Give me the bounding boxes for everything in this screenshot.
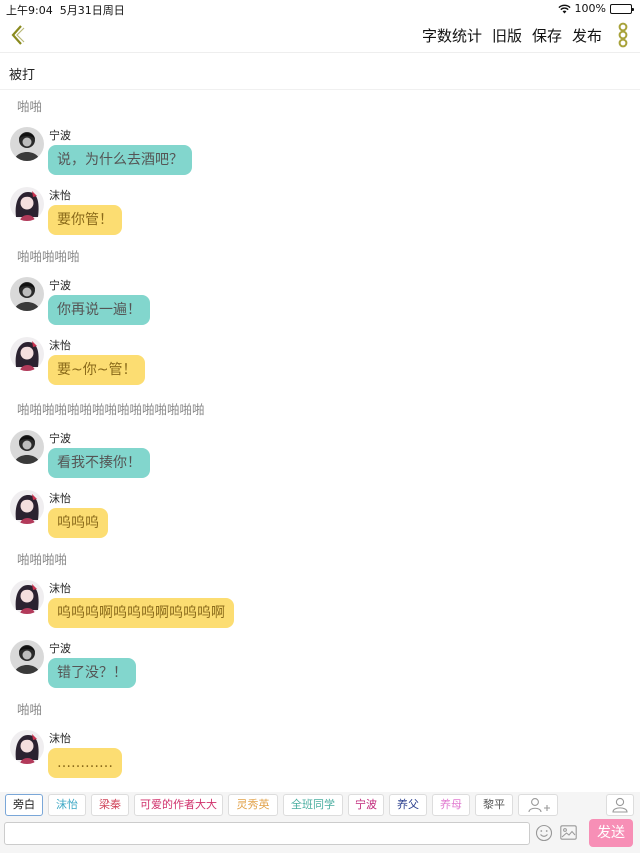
add-role-button[interactable] [518, 794, 558, 816]
avatar[interactable] [10, 430, 44, 464]
message-sender-name: 沫怡 [49, 189, 71, 202]
role-manager-button[interactable] [606, 794, 634, 816]
message-bubble[interactable]: 要你管！ [48, 205, 122, 235]
chevron-left-icon[interactable] [6, 22, 30, 48]
composer-bar: 发送 [0, 818, 640, 853]
role-chip-foster-mother[interactable]: 养母 [432, 794, 470, 816]
message-sender-name: 宁波 [49, 129, 71, 142]
message-bubble[interactable]: 看我不揍你！ [48, 448, 150, 478]
narration-line[interactable]: 啪啪 [17, 96, 42, 115]
role-chip-liangqin[interactable]: 梁秦 [91, 794, 129, 816]
message-bubble[interactable]: ………… [48, 748, 122, 778]
battery-percent: 100% [574, 2, 606, 15]
message-bubble[interactable]: 你再说一遍！ [48, 295, 150, 325]
role-chip-classmates[interactable]: 全班同学 [283, 794, 343, 816]
image-icon[interactable] [560, 825, 577, 840]
message-sender-name: 沫怡 [49, 582, 71, 595]
avatar[interactable] [10, 337, 44, 371]
avatar[interactable] [10, 580, 44, 614]
role-chip-lingxiuying[interactable]: 灵秀英 [228, 794, 278, 816]
avatar[interactable] [10, 277, 44, 311]
avatar[interactable] [10, 490, 44, 524]
message-input[interactable] [4, 822, 530, 845]
nav-actions: 字数统计 旧版 保存 发布 [422, 25, 602, 46]
role-chip-foster-father[interactable]: 养父 [389, 794, 427, 816]
message-sender-name: 沫怡 [49, 339, 71, 352]
save-button[interactable]: 保存 [532, 25, 562, 46]
narration-line[interactable]: 啪啪啪啪啪 [17, 246, 80, 265]
narration-line[interactable]: 啪啪啪啪啪啪啪啪啪啪啪啪啪啪啪 [17, 399, 205, 418]
wifi-icon [557, 4, 571, 13]
message-bubble[interactable]: 呜呜呜 [48, 508, 108, 538]
status-time-date: 上午9:04 5月31日周日 [6, 2, 125, 18]
person-icon [612, 797, 628, 813]
publish-button[interactable]: 发布 [572, 25, 602, 46]
status-date: 5月31日周日 [59, 4, 125, 17]
role-chip-ningbo[interactable]: 宁波 [348, 794, 384, 816]
message-sender-name: 沫怡 [49, 732, 71, 745]
message-sender-name: 宁波 [49, 432, 71, 445]
status-time: 上午9:04 [6, 4, 53, 17]
avatar[interactable] [10, 640, 44, 674]
word-count-button[interactable]: 字数统计 [422, 25, 482, 46]
narration-line[interactable]: 啪啪啪啪 [17, 549, 67, 568]
battery-icon [610, 3, 634, 14]
emoji-icon[interactable] [535, 824, 553, 842]
message-sender-name: 沫怡 [49, 492, 71, 505]
message-bubble[interactable]: 错了没？！ [48, 658, 136, 688]
narration-line[interactable]: 啪啪 [17, 699, 42, 718]
avatar[interactable] [10, 127, 44, 161]
status-bar: 上午9:04 5月31日周日 100% [0, 0, 640, 17]
status-indicators: 100% [557, 2, 634, 15]
chat-list[interactable]: 啪啪 宁波 说，为什么去酒吧？ 沫怡 要你管！ 啪啪啪啪啪 宁波 你再说一遍！ … [0, 90, 640, 783]
role-chip-author[interactable]: 可爱的作者大大 [134, 794, 223, 816]
role-selector-bar: 旁白 沫怡 梁秦 可爱的作者大大 灵秀英 全班同学 宁波 养父 养母 黎平 [0, 792, 640, 818]
more-vertical-icon[interactable] [616, 22, 630, 48]
send-button[interactable]: 发送 [589, 819, 633, 847]
add-person-icon [528, 798, 550, 813]
message-bubble[interactable]: 呜呜呜啊呜呜呜啊呜呜呜啊 [48, 598, 234, 628]
nav-bar: 字数统计 旧版 保存 发布 [0, 17, 640, 53]
avatar[interactable] [10, 730, 44, 764]
role-chip-narrator[interactable]: 旁白 [5, 794, 43, 816]
chapter-title[interactable]: 被打 [0, 54, 640, 90]
message-bubble[interactable]: 说，为什么去酒吧？ [48, 145, 192, 175]
avatar[interactable] [10, 187, 44, 221]
message-bubble[interactable]: 要~你~管！ [48, 355, 146, 385]
role-chip-liping[interactable]: 黎平 [475, 794, 513, 816]
message-sender-name: 宁波 [49, 642, 71, 655]
message-sender-name: 宁波 [49, 279, 71, 292]
old-version-button[interactable]: 旧版 [492, 25, 522, 46]
role-chip-moyi[interactable]: 沫怡 [48, 794, 86, 816]
